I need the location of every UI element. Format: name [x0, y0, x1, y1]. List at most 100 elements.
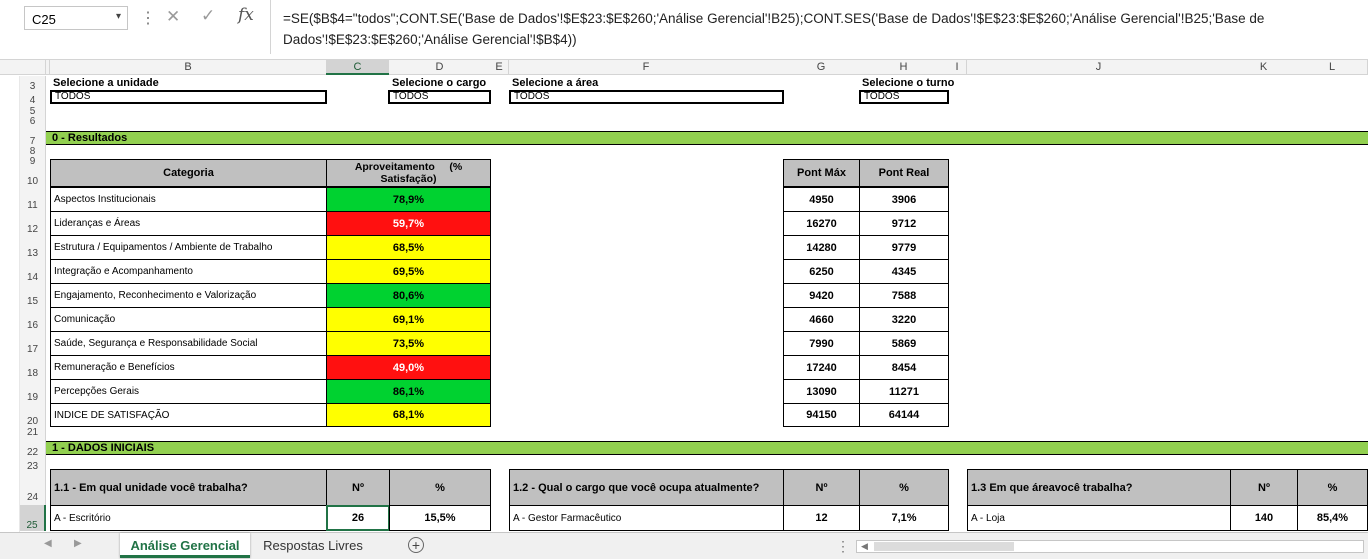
row-header-17[interactable]: 17 — [20, 331, 46, 355]
column-header-C[interactable]: C — [326, 60, 390, 75]
more-dots-icon[interactable]: ⋮ — [140, 8, 156, 28]
q3-title: 1.3 Em que áreavocê trabalha? — [967, 469, 1231, 506]
row-header-18[interactable]: 18 — [20, 355, 46, 379]
result-aproveitamento-6: 73,5% — [326, 331, 491, 356]
q1-pct-header: % — [389, 469, 491, 506]
formula-input[interactable]: =SE($B$4="todos";CONT.SE('Base de Dados'… — [270, 0, 1368, 54]
row-header-13[interactable]: 13 — [20, 235, 46, 259]
tab-respostas-livres[interactable]: Respostas Livres — [252, 533, 374, 558]
q2-title: 1.2 - Qual o cargo que você ocupa atualm… — [509, 469, 784, 506]
cancel-icon[interactable]: ✕ — [166, 7, 180, 27]
column-header-H[interactable]: H — [859, 60, 949, 75]
row-header-16[interactable]: 16 — [20, 307, 46, 331]
enter-check-icon[interactable]: ✓ — [201, 6, 215, 26]
q1-n-header: Nº — [326, 469, 390, 506]
col-header-pont-max: Pont Máx — [783, 159, 860, 187]
filter-area-label: Selecione a área — [512, 77, 599, 89]
result-categoria-5: Comunicação — [50, 307, 327, 332]
row-header-6[interactable]: 6 — [20, 114, 46, 127]
add-sheet-icon[interactable]: + — [408, 537, 424, 553]
name-box[interactable]: C25 ▾ — [24, 6, 128, 30]
name-box-value: C25 — [32, 12, 56, 27]
result-pont-real-4: 7588 — [859, 283, 949, 308]
scrollbar-left-arrow-icon[interactable]: ◀ — [861, 541, 868, 552]
result-aproveitamento-7: 49,0% — [326, 355, 491, 380]
row-header-7[interactable]: 7 — [20, 124, 46, 147]
result-aproveitamento-8: 86,1% — [326, 379, 491, 404]
column-header-F[interactable]: F — [509, 60, 784, 75]
row-header-19[interactable]: 19 — [20, 379, 46, 403]
q1-row-pct: 15,5% — [389, 505, 491, 531]
result-pont-real-7: 8454 — [859, 355, 949, 380]
section-dados-iniciais-header: 1 - DADOS INICIAIS — [46, 441, 1368, 455]
column-header-I[interactable]: I — [948, 60, 967, 75]
scrollbar-thumb[interactable] — [874, 542, 1014, 551]
row-header-9[interactable]: 9 — [20, 154, 46, 167]
filter-turno-label: Selecione o turno — [862, 77, 955, 89]
result-pont-max-6: 7990 — [783, 331, 860, 356]
row-header-25[interactable]: 25 — [20, 505, 46, 531]
tab-analise-gerencial[interactable]: Análise Gerencial — [120, 533, 250, 558]
result-pont-max-3: 6250 — [783, 259, 860, 284]
row-header-21[interactable]: 21 — [20, 427, 46, 438]
result-categoria-7: Remuneração e Benefícios — [50, 355, 327, 380]
row-header-14[interactable]: 14 — [20, 259, 46, 283]
filter-cargo-input[interactable]: TODOS — [388, 90, 491, 104]
q2-n-header: Nº — [783, 469, 860, 506]
row-header-12[interactable]: 12 — [20, 211, 46, 235]
result-categoria-4: Engajamento, Reconhecimento e Valorizaçã… — [50, 283, 327, 308]
row-header-4[interactable]: 4 — [20, 90, 46, 106]
column-header-K[interactable]: K — [1230, 60, 1298, 75]
q1-title: 1.1 - Em qual unidade você trabalha? — [50, 469, 327, 506]
result-categoria-3: Integração e Acompanhamento — [50, 259, 327, 284]
col-header-aproveitamento: Aproveitamento (% Satisfação) — [326, 159, 491, 187]
result-aproveitamento-4: 80,6% — [326, 283, 491, 308]
row-header-8[interactable]: 8 — [20, 146, 46, 157]
row-header-5[interactable]: 5 — [20, 104, 46, 117]
row-header-23[interactable]: 23 — [20, 457, 46, 472]
row-header-24[interactable]: 24 — [20, 469, 46, 505]
result-aproveitamento-3: 69,5% — [326, 259, 491, 284]
filter-turno-input[interactable]: TODOS — [859, 90, 949, 104]
column-header-L[interactable]: L — [1297, 60, 1368, 75]
result-pont-max-2: 14280 — [783, 235, 860, 260]
result-categoria-6: Saúde, Segurança e Responsabilidade Soci… — [50, 331, 327, 356]
col-header-aproveitamento-line2: Satisfação) — [380, 173, 437, 185]
select-all-corner[interactable] — [0, 60, 46, 75]
result-pont-max-7: 17240 — [783, 355, 860, 380]
q1-row-n-selected-cell[interactable]: 26 — [326, 505, 390, 531]
insert-function-icon[interactable]: fx — [238, 5, 254, 25]
q3-row-label: A - Loja — [967, 505, 1231, 531]
horizontal-scrollbar[interactable]: ◀ — [856, 540, 1364, 553]
result-pont-real-0: 3906 — [859, 187, 949, 212]
row-header-3[interactable]: 3 — [20, 76, 46, 92]
result-pont-max-1: 16270 — [783, 211, 860, 236]
result-pont-max-9: 94150 — [783, 403, 860, 427]
chevron-down-icon[interactable]: ▾ — [116, 11, 121, 22]
scroll-left-icon[interactable]: ◀ — [44, 538, 52, 549]
result-pont-max-4: 9420 — [783, 283, 860, 308]
q3-pct-header: % — [1297, 469, 1368, 506]
filter-area-input[interactable]: TODOS — [509, 90, 784, 104]
result-pont-max-0: 4950 — [783, 187, 860, 212]
result-aproveitamento-0: 78,9% — [326, 187, 491, 212]
column-header-B[interactable]: B — [50, 60, 327, 75]
more-dots-icon-bottom: ⋮ — [836, 538, 850, 554]
col-header-pont-max-text: Pont Máx — [797, 167, 846, 179]
result-aproveitamento-5: 69,1% — [326, 307, 491, 332]
column-header-J[interactable]: J — [967, 60, 1231, 75]
row-header-11[interactable]: 11 — [20, 187, 46, 211]
filter-unidade-label: Selecione a unidade — [53, 77, 159, 89]
column-header-D[interactable]: D — [389, 60, 491, 75]
row-header-15[interactable]: 15 — [20, 283, 46, 307]
result-pont-real-3: 4345 — [859, 259, 949, 284]
result-categoria-1: Lideranças e Áreas — [50, 211, 327, 236]
row-header-20[interactable]: 20 — [20, 403, 46, 427]
column-header-E[interactable]: E — [490, 60, 509, 75]
row-header-22[interactable]: 22 — [20, 435, 46, 458]
row-header-10[interactable]: 10 — [20, 164, 46, 187]
filter-unidade-input[interactable]: TODOS — [50, 90, 327, 104]
scroll-right-icon[interactable]: ▶ — [74, 538, 82, 549]
column-header-G[interactable]: G — [783, 60, 860, 75]
result-pont-real-1: 9712 — [859, 211, 949, 236]
